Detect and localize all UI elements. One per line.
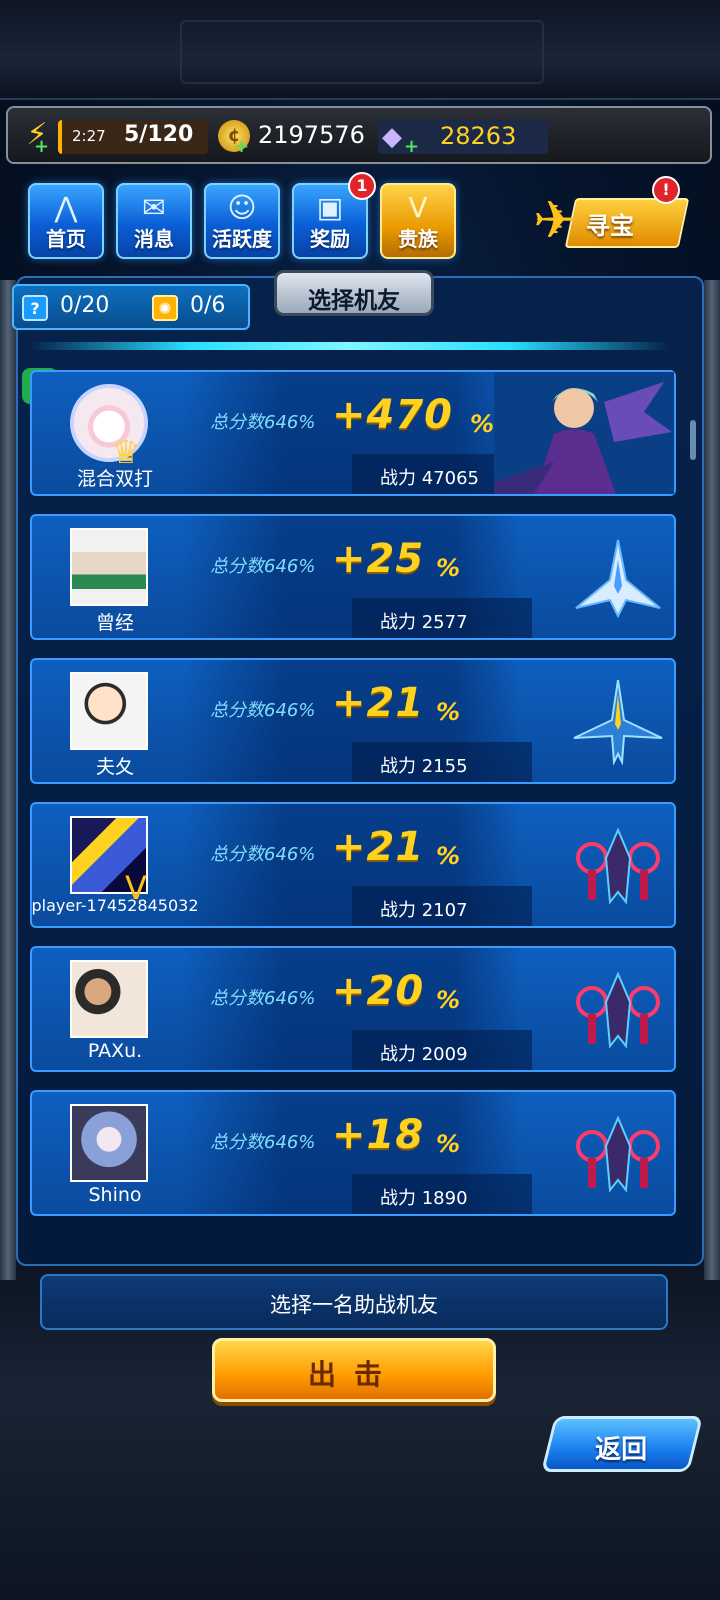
- friend-card[interactable]: ♛ 混合双打 总分数646% +470 % 战力 47065: [30, 370, 676, 496]
- sun-card-icon: ✺: [152, 295, 178, 321]
- counter-b: 0/6: [190, 293, 226, 318]
- nav-label: 消息: [134, 227, 174, 251]
- counter-a: 0/20: [60, 293, 110, 318]
- blue-jet-icon: [573, 679, 663, 766]
- friend-card[interactable]: V player-17452845032 总分数646% +21 % 战力 21…: [30, 802, 676, 928]
- player-name: 混合双打: [76, 468, 153, 490]
- player-name: 夫夂: [95, 756, 134, 778]
- home-icon: ⋀: [54, 191, 78, 224]
- bonus-percent: %: [436, 842, 461, 870]
- top-frame: [0, 0, 720, 100]
- mail-icon: ✉: [142, 191, 166, 224]
- launch-label: 出击: [307, 1358, 400, 1391]
- red-fighter-icon: [576, 971, 660, 1049]
- counter-tab: ? 0/20 ✺ 0/6: [12, 284, 250, 330]
- select-prompt-bar: 选择一名助战机友: [40, 1274, 668, 1330]
- add-energy-icon[interactable]: +: [34, 136, 49, 157]
- combat-power: 战力 47065: [380, 468, 479, 489]
- nav-messages-button[interactable]: ✉ 消息: [116, 183, 192, 259]
- avatar: [70, 960, 148, 1038]
- treasure-label: 寻宝: [586, 212, 634, 240]
- launch-button[interactable]: 出击: [212, 1338, 496, 1402]
- score-label: 总分数646%: [210, 556, 316, 577]
- avatar: [70, 1104, 148, 1182]
- player-name: Shino: [88, 1184, 142, 1206]
- score-label: 总分数646%: [210, 988, 316, 1009]
- bonus-percent: %: [470, 410, 495, 438]
- nav-label: 奖励: [310, 227, 350, 251]
- select-prompt: 选择一名助战机友: [270, 1293, 438, 1317]
- friend-card[interactable]: 曾经 总分数646% +25 % 战力 2577: [30, 514, 676, 640]
- add-gem-icon[interactable]: +: [404, 136, 419, 157]
- add-coin-icon[interactable]: +: [234, 136, 249, 157]
- scrollbar[interactable]: [690, 420, 696, 460]
- glow-divider: [30, 342, 670, 350]
- energy-count: 5/120: [124, 122, 194, 147]
- friend-card[interactable]: PAXu. 总分数646% +20 % 战力 2009: [30, 946, 676, 1072]
- nav-home-button[interactable]: ⋀ 首页: [28, 183, 104, 259]
- gold-plane-icon: ✈: [533, 191, 577, 251]
- bonus-percent: %: [436, 986, 461, 1014]
- coin-value: 2197576: [258, 121, 365, 149]
- bonus-value: +18: [332, 1112, 425, 1158]
- gem-value: 28263: [440, 122, 517, 150]
- diamond-icon[interactable]: ◆: [382, 120, 402, 154]
- question-card-icon: ?: [22, 295, 48, 321]
- resource-bar: ⚡ + 2:27 5/120 ¢ + 2197576 ◆ + 28263: [6, 106, 712, 164]
- smiley-icon: ☺: [227, 191, 257, 224]
- score-label: 总分数646%: [210, 844, 316, 865]
- friend-card[interactable]: 夫夂 总分数646% +21 % 战力 2155: [30, 658, 676, 784]
- combat-power: 战力 2155: [380, 756, 468, 777]
- player-name: 曾经: [95, 612, 134, 634]
- combat-power: 战力 2107: [380, 900, 468, 921]
- bonus-value: +25: [332, 536, 425, 582]
- energy-box: 2:27 5/120: [58, 120, 208, 154]
- red-fighter-icon: [576, 827, 660, 905]
- nav-activity-button[interactable]: ☺ 活跃度: [204, 183, 280, 259]
- bonus-value: +21: [332, 824, 425, 870]
- right-rail: [704, 280, 720, 1280]
- pilot-girl-art: [494, 372, 674, 494]
- panel-title-plate: 选择机友: [274, 270, 434, 316]
- score-label: 总分数646%: [210, 1132, 316, 1153]
- score-label: 总分数646%: [210, 412, 316, 433]
- bonus-percent: %: [436, 554, 461, 582]
- combat-power: 战力 2577: [380, 612, 468, 633]
- combat-power: 战力 2009: [380, 1044, 468, 1065]
- combat-power: 战力 1890: [380, 1188, 468, 1209]
- back-label: 返回: [595, 1435, 648, 1465]
- avatar: [70, 672, 148, 750]
- treasure-badge: !: [652, 176, 680, 204]
- bonus-value: +20: [332, 968, 425, 1014]
- nav-label: 贵族: [398, 227, 438, 251]
- nav-label: 活跃度: [212, 227, 272, 251]
- back-button[interactable]: 返回: [541, 1416, 703, 1472]
- bonus-value: +21: [332, 680, 425, 726]
- bonus-percent: %: [436, 698, 461, 726]
- player-name: player-17452845032: [31, 896, 199, 915]
- white-jet-icon: [575, 539, 661, 619]
- panel-title: 选择机友: [308, 288, 400, 314]
- avatar: [70, 528, 148, 606]
- energy-timer: 2:27: [72, 127, 106, 145]
- nav-noble-button[interactable]: V 贵族: [380, 183, 456, 259]
- score-label: 总分数646%: [210, 700, 316, 721]
- nav-label: 首页: [46, 227, 86, 251]
- bonus-value: +470: [332, 392, 454, 438]
- friend-card[interactable]: Shino 总分数646% +18 % 战力 1890: [30, 1090, 676, 1216]
- left-rail: [0, 280, 16, 1280]
- red-fighter-icon: [576, 1115, 660, 1193]
- noble-v-icon: V: [408, 191, 428, 224]
- rewards-badge: 1: [348, 172, 376, 200]
- gem-box: ◆ + 28263: [378, 120, 548, 157]
- bonus-percent: %: [436, 1130, 461, 1158]
- player-name: PAXu.: [87, 1040, 143, 1062]
